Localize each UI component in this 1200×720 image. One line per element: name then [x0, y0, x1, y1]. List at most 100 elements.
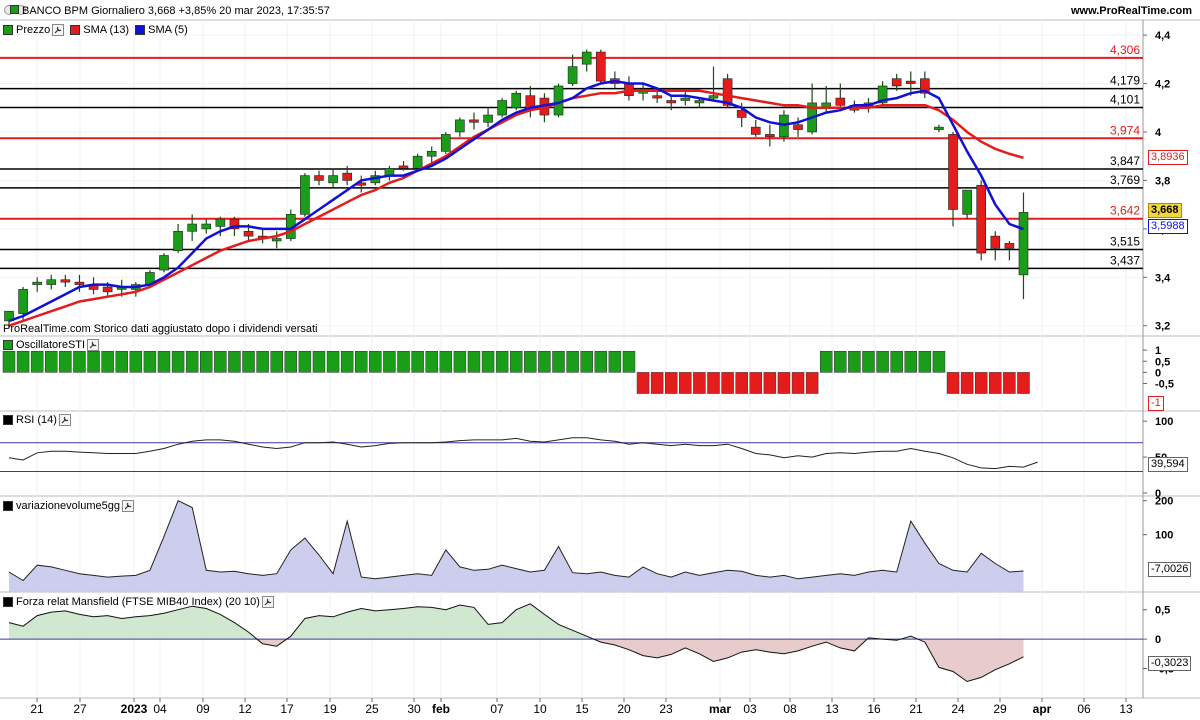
mansfield-badge: -0,3023: [1148, 656, 1192, 671]
x-tick-label: 10: [533, 702, 547, 716]
price-legend: Prezzo SMA (13) SMA (5): [3, 24, 190, 36]
candle-up: [159, 255, 169, 271]
wrench-icon[interactable]: [52, 24, 65, 36]
mansfield-positive-area: [9, 603, 1024, 640]
candle-down: [398, 165, 409, 169]
y-tick-label: 100: [1155, 416, 1173, 428]
candle-down: [891, 78, 902, 87]
candle-up: [694, 100, 705, 104]
candle-down: [314, 175, 324, 181]
candle-up: [46, 279, 57, 285]
sti-bar-positive: [411, 350, 424, 373]
candle-up: [581, 51, 592, 65]
x-tick-label: 27: [73, 702, 87, 716]
y-tick-label: 3,8: [1155, 175, 1170, 187]
candle-down: [750, 126, 761, 135]
mansfield-legend[interactable]: Forza relat Mansfield (FTSE MIB40 Index)…: [3, 596, 278, 608]
sti-bar-positive: [622, 350, 636, 373]
level-label: 3,974: [1110, 123, 1140, 137]
x-tick-label: 21: [30, 702, 44, 716]
legend-label: Prezzo: [16, 24, 51, 36]
y-tick-label: 4,4: [1155, 30, 1171, 42]
candle-up: [201, 223, 212, 230]
sti-bar-positive: [228, 350, 241, 373]
sti-bar-positive: [509, 350, 523, 373]
sti-bar-positive: [214, 350, 227, 373]
legend-prezzo[interactable]: Prezzo: [3, 24, 68, 36]
legend-swatch: [3, 340, 13, 350]
sti-bar-positive: [834, 350, 847, 373]
sti-bar-positive: [453, 350, 467, 373]
candle-up: [187, 223, 197, 232]
candle-down: [905, 80, 916, 84]
x-tick-label: 07: [490, 702, 504, 716]
price-panel: 4,306 4,179 4,101 3,974 3,847 3,769 3,642 3,515…: [0, 34, 1143, 329]
sti-bar-negative: [791, 372, 805, 394]
sti-bar-positive: [495, 350, 509, 373]
sti-bar-positive: [538, 350, 551, 373]
sti-bar-positive: [566, 350, 579, 373]
level-label: 4,101: [1110, 93, 1140, 107]
legend-swatch: [135, 25, 146, 35]
wrench-icon[interactable]: [121, 500, 134, 512]
sti-bar-positive: [73, 350, 86, 373]
volume-legend[interactable]: variazionevolume5gg: [3, 500, 138, 512]
sti-legend[interactable]: OscillatoreSTI: [3, 339, 103, 351]
candle-down: [793, 124, 803, 130]
sma13-line: [8, 89, 1024, 327]
level-label: 3,769: [1110, 173, 1140, 187]
sti-bar-positive: [298, 350, 312, 373]
sti-bar-positive: [904, 350, 918, 373]
sti-bar-positive: [355, 350, 368, 373]
wrench-icon[interactable]: [58, 414, 71, 426]
sti-bar-negative: [664, 372, 678, 394]
candle-up: [708, 95, 719, 99]
candle-up: [455, 119, 465, 133]
sti-bar-positive: [890, 350, 903, 373]
x-tick-label: feb: [432, 702, 450, 716]
chart-title: BANCO BPM Giornaliero 3,668 +3,85% 20 ma…: [10, 5, 330, 17]
sti-bar-negative: [636, 372, 650, 394]
x-tick-label: 15: [575, 702, 589, 716]
rsi-legend[interactable]: RSI (14): [3, 414, 75, 426]
sti-bar-positive: [16, 350, 30, 373]
sti-bar-negative: [777, 372, 791, 394]
sti-bar-positive: [340, 350, 354, 373]
candle-up: [300, 175, 310, 215]
legend-sma13[interactable]: SMA (13): [70, 24, 129, 36]
y-tick-label: 3,4: [1155, 272, 1171, 284]
sti-bar-positive: [143, 350, 157, 373]
sti-bar-positive: [481, 350, 495, 373]
y-tick-label: -0,5: [1155, 379, 1174, 391]
sti-bar-positive: [594, 350, 608, 373]
sti-badge: -1: [1148, 396, 1164, 411]
y-tick-label: 200: [1155, 496, 1173, 508]
site-link[interactable]: www.ProRealTime.com: [1071, 5, 1192, 17]
sti-bar-positive: [326, 350, 340, 373]
sti-bar-positive: [918, 350, 932, 373]
sti-bar-positive: [200, 350, 213, 373]
sti-bar-positive: [30, 350, 44, 373]
sti-panel: [2, 350, 1030, 394]
candle-down: [243, 230, 254, 237]
x-tick-label: 13: [1119, 702, 1133, 716]
wrench-icon[interactable]: [261, 596, 274, 608]
sti-bar-negative: [679, 372, 692, 394]
sti-bar-positive: [608, 350, 622, 373]
sti-bar-negative: [693, 372, 706, 394]
legend-sma5[interactable]: SMA (5): [135, 24, 188, 36]
x-tick-label: 2023: [121, 702, 148, 716]
candle-down: [595, 51, 606, 82]
sma5-line: [8, 79, 1024, 323]
candle-up: [497, 100, 507, 116]
x-tick-label: 03: [743, 702, 757, 716]
candle-down: [835, 97, 846, 106]
sti-bar-negative: [946, 372, 960, 394]
y-tick-label: 4: [1155, 127, 1162, 139]
x-tick-label: 08: [783, 702, 797, 716]
wrench-icon[interactable]: [87, 339, 100, 351]
candle-up: [962, 189, 972, 215]
sti-bar-positive: [369, 350, 382, 373]
sti-bar-positive: [129, 350, 143, 373]
x-tick-label: 24: [951, 702, 965, 716]
